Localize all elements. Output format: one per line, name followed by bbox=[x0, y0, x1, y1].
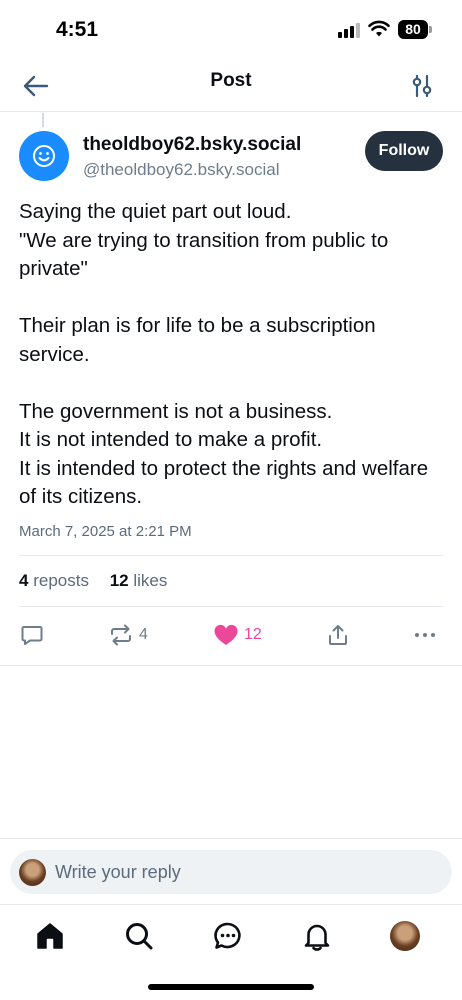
author-avatar[interactable] bbox=[19, 131, 69, 181]
wifi-icon bbox=[368, 20, 390, 37]
reply-placeholder: Write your reply bbox=[55, 862, 181, 882]
speech-bubble-icon bbox=[21, 626, 43, 645]
likes-label: likes bbox=[133, 571, 168, 590]
reposts-stat[interactable]: 4 reposts bbox=[19, 571, 89, 590]
status-bar: 4:51 80 bbox=[0, 0, 462, 60]
nav-search[interactable] bbox=[122, 919, 156, 953]
post-actions: 4 12 bbox=[0, 620, 462, 650]
divider bbox=[19, 555, 443, 556]
top-header: Post bbox=[0, 60, 462, 112]
likes-stat[interactable]: 12 likes bbox=[110, 571, 168, 590]
bottom-nav bbox=[0, 904, 462, 964]
share-icon bbox=[329, 625, 347, 645]
nav-profile[interactable] bbox=[388, 919, 422, 953]
status-time: 4:51 bbox=[56, 18, 99, 41]
battery-tip bbox=[429, 26, 432, 33]
post-line: "We are trying to transition from public… bbox=[19, 228, 389, 281]
post-text: Saying the quiet part out loud. "We are … bbox=[19, 198, 449, 512]
post-timestamp: March 7, 2025 at 2:21 PM bbox=[19, 523, 192, 540]
home-icon bbox=[37, 923, 63, 949]
user-avatar bbox=[19, 859, 46, 886]
share-button[interactable] bbox=[326, 620, 350, 650]
nav-home[interactable] bbox=[33, 919, 67, 953]
reply-composer[interactable]: Write your reply bbox=[10, 850, 452, 894]
heart-icon bbox=[214, 624, 238, 645]
more-options-button[interactable] bbox=[413, 620, 437, 650]
battery-indicator: 80 bbox=[398, 20, 428, 39]
cellular-signal-icon bbox=[338, 22, 360, 38]
nav-chat[interactable] bbox=[211, 919, 245, 953]
page-title: Post bbox=[210, 70, 252, 91]
likes-count: 12 bbox=[109, 571, 129, 590]
author-handle[interactable]: @theoldboy62.bsky.social bbox=[83, 160, 280, 180]
like-count: 12 bbox=[244, 626, 262, 643]
thread-settings-button[interactable] bbox=[406, 70, 438, 102]
post-line: The government is not a business. bbox=[19, 399, 333, 423]
bell-icon bbox=[304, 924, 330, 951]
nav-notifications[interactable] bbox=[300, 919, 334, 953]
reposts-label: reposts bbox=[33, 571, 89, 590]
reply-button[interactable] bbox=[20, 620, 44, 650]
search-icon bbox=[126, 923, 153, 950]
post-paragraph: The government is not a business. It is … bbox=[19, 398, 449, 512]
home-indicator bbox=[148, 984, 314, 990]
profile-avatar bbox=[390, 921, 420, 951]
ellipsis-icon bbox=[415, 633, 435, 637]
post-paragraph: Their plan is for life to be a subscript… bbox=[19, 312, 449, 369]
post-line: It is intended to protect the rights and… bbox=[19, 456, 429, 509]
thread-connector-line bbox=[42, 113, 44, 127]
smiley-icon bbox=[33, 145, 55, 167]
sliders-icon bbox=[412, 74, 432, 98]
repost-icon bbox=[111, 624, 131, 646]
post-line: Their plan is for life to be a subscript… bbox=[19, 314, 376, 366]
divider bbox=[0, 838, 462, 839]
post-stats: 4 reposts 12 likes bbox=[19, 571, 183, 591]
like-button[interactable]: 12 bbox=[213, 620, 262, 650]
divider bbox=[0, 665, 462, 666]
post-paragraph: Saying the quiet part out loud. "We are … bbox=[19, 198, 449, 284]
repost-count: 4 bbox=[139, 626, 148, 643]
follow-button[interactable]: Follow bbox=[365, 131, 443, 171]
reposts-count: 4 bbox=[19, 571, 29, 590]
chat-icon bbox=[214, 922, 241, 949]
author-display-name[interactable]: theoldboy62.bsky.social bbox=[83, 134, 301, 156]
divider bbox=[19, 606, 443, 607]
repost-button[interactable]: 4 bbox=[108, 620, 148, 650]
post-line: Saying the quiet part out loud. bbox=[19, 200, 292, 223]
post-line: It is not intended to make a profit. bbox=[19, 428, 323, 451]
